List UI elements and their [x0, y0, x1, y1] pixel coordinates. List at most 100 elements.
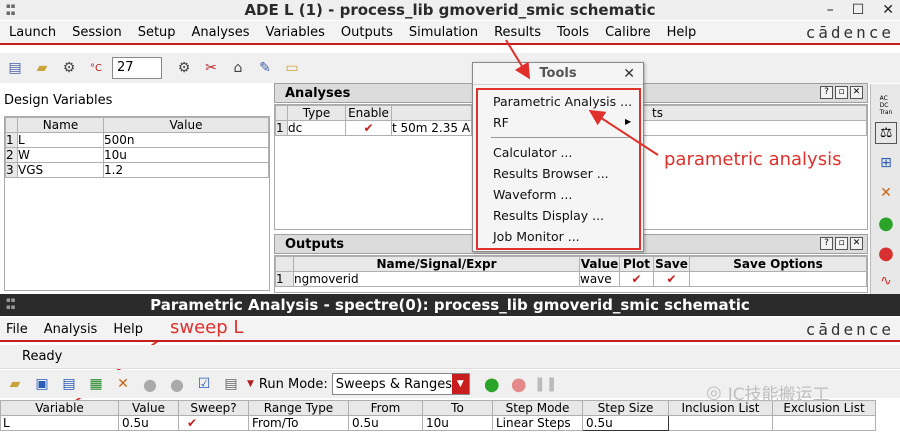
inclusion-list[interactable]	[668, 415, 773, 431]
menu-item-job-monitor[interactable]: Job Monitor ...	[493, 229, 580, 244]
sweep-variable[interactable]: L	[0, 415, 119, 431]
menu-analysis[interactable]: Analysis	[35, 322, 105, 337]
dropdown-arrow-icon[interactable]: ▼	[247, 379, 254, 389]
row-index: 1	[275, 120, 288, 136]
stop-icon[interactable]: ●	[875, 242, 897, 264]
sweep-to[interactable]: 10u	[422, 415, 493, 431]
tools-menu-header: Tools ✕	[473, 63, 643, 85]
step-size[interactable]: 0.5u	[582, 415, 669, 431]
menu-variables[interactable]: Variables	[256, 25, 331, 40]
col-save: Save	[653, 256, 690, 272]
col-index	[275, 256, 294, 272]
variable-value[interactable]: 1.2	[103, 162, 269, 178]
table-row[interactable]: 3 VGS 1.2	[5, 162, 269, 178]
menu-launch[interactable]: Launch	[0, 25, 63, 40]
netlist-icon[interactable]: ⊞	[875, 152, 897, 174]
ac-dc-trans-icon[interactable]: AC DC Tran	[875, 94, 897, 116]
close-icon[interactable]: ✕	[850, 86, 863, 99]
edit-icon[interactable]: ✎	[254, 57, 276, 79]
variable-name[interactable]: VGS	[17, 162, 104, 178]
range-type[interactable]: From/To	[248, 415, 349, 431]
menu-simulation[interactable]: Simulation	[400, 25, 485, 40]
sweep-checkbox[interactable]: ✔	[178, 415, 249, 431]
check-icon[interactable]: ☑	[193, 373, 215, 395]
save-icon[interactable]: ▣	[31, 373, 53, 395]
output-name[interactable]: ngmoverid	[293, 271, 580, 287]
menu-session[interactable]: Session	[63, 25, 129, 40]
save-checkbox[interactable]: ✔	[653, 271, 690, 287]
close-icon[interactable]: ✕	[623, 66, 635, 82]
up-icon[interactable]: ●	[139, 373, 161, 395]
menu-item-waveform[interactable]: Waveform ...	[493, 187, 572, 202]
table-row[interactable]: 1 L 500n	[5, 132, 269, 148]
menu-calibre[interactable]: Calibre	[596, 25, 658, 40]
maximize-icon[interactable]: ☐	[852, 2, 865, 18]
variable-value[interactable]: 10u	[103, 147, 269, 163]
plot-checkbox[interactable]: ✔	[619, 271, 654, 287]
table-row[interactable]: 1 ngmoverid wave ✔ ✔	[275, 271, 867, 287]
close-icon[interactable]: ✕	[882, 2, 894, 18]
check-icon: ✔	[187, 416, 198, 430]
down-icon[interactable]: ●	[166, 373, 188, 395]
menu-analyses[interactable]: Analyses	[183, 25, 257, 40]
delete-icon[interactable]: ✕	[875, 182, 897, 204]
analysis-type[interactable]: dc	[287, 120, 346, 136]
folder-icon[interactable]: ▰	[31, 57, 53, 79]
delete-icon[interactable]: ✕	[112, 373, 134, 395]
menu-results[interactable]: Results	[485, 25, 548, 40]
run-mode-select[interactable]: Sweeps & Ranges ▼	[331, 373, 470, 395]
variable-value[interactable]: 500n	[103, 132, 269, 148]
menu-item-results-browser[interactable]: Results Browser ...	[493, 166, 609, 181]
output-value[interactable]: wave	[579, 271, 620, 287]
tune-icon[interactable]: ⚖	[875, 122, 897, 144]
table-icon[interactable]: ▤	[220, 373, 242, 395]
menu-file[interactable]: File	[0, 322, 35, 337]
open-icon[interactable]: ▤	[4, 57, 26, 79]
sweep-value[interactable]: 0.5u	[118, 415, 179, 431]
waveform-icon[interactable]: ∿	[875, 270, 897, 292]
step-mode[interactable]: Linear Steps	[492, 415, 583, 431]
menu-help[interactable]: Help	[104, 322, 150, 337]
menu-tools[interactable]: Tools	[548, 25, 596, 40]
save-options-cell[interactable]	[689, 271, 867, 287]
float-icon[interactable]: ▫	[835, 237, 848, 250]
enable-checkbox[interactable]: ✔	[345, 120, 392, 136]
table-row[interactable]: L 0.5u ✔ From/To 0.5u 10u Linear Steps 0…	[0, 415, 876, 431]
menu-help[interactable]: Help	[658, 25, 704, 40]
close-icon[interactable]: ✕	[850, 237, 863, 250]
menu-item-parametric-analysis[interactable]: Parametric Analysis ...	[493, 94, 632, 109]
float-icon[interactable]: ▫	[835, 86, 848, 99]
col-sweep: Sweep?	[178, 400, 249, 416]
setup-icon[interactable]: ⚙	[173, 57, 195, 79]
stop-icon[interactable]: ●	[508, 373, 530, 395]
pause-icon[interactable]: ❚❚	[534, 373, 557, 395]
menu-setup[interactable]: Setup	[129, 25, 183, 40]
minimize-icon[interactable]: –	[827, 2, 834, 18]
run-icon[interactable]: ●	[481, 373, 503, 395]
help-icon[interactable]: ?	[820, 86, 833, 99]
open-icon[interactable]: ▰	[4, 373, 26, 395]
col-arguments	[391, 105, 472, 121]
add-icon[interactable]: ▦	[85, 373, 107, 395]
chevron-down-icon[interactable]: ▼	[451, 374, 469, 394]
probe-icon[interactable]: ✂	[200, 57, 222, 79]
variable-name[interactable]: L	[17, 132, 104, 148]
menu-item-rf[interactable]: RF	[493, 115, 509, 130]
save-as-icon[interactable]: ▤	[58, 373, 80, 395]
table-row[interactable]: 2 W 10u	[5, 147, 269, 163]
temperature-icon: °C	[90, 62, 102, 74]
open-folder-icon[interactable]: ▭	[281, 57, 303, 79]
run-icon[interactable]: ●	[875, 212, 897, 234]
settings-icon[interactable]: ⚙	[58, 57, 80, 79]
analysis-args[interactable]: t 50m 2.35 A	[391, 120, 472, 136]
sweep-from[interactable]: 0.5u	[348, 415, 423, 431]
menu-item-results-display[interactable]: Results Display ...	[493, 208, 604, 223]
menu-outputs[interactable]: Outputs	[332, 25, 400, 40]
design-variables-table: Name Value 1 L 500n 2 W 10u 3 VGS 1.2	[5, 117, 269, 178]
variable-name[interactable]: W	[17, 147, 104, 163]
exclusion-list[interactable]	[772, 415, 876, 431]
help-icon[interactable]: ?	[820, 237, 833, 250]
lock-icon[interactable]: ⌂	[227, 57, 249, 79]
menu-item-calculator[interactable]: Calculator ...	[493, 145, 572, 160]
temperature-input[interactable]: 27	[112, 57, 162, 79]
